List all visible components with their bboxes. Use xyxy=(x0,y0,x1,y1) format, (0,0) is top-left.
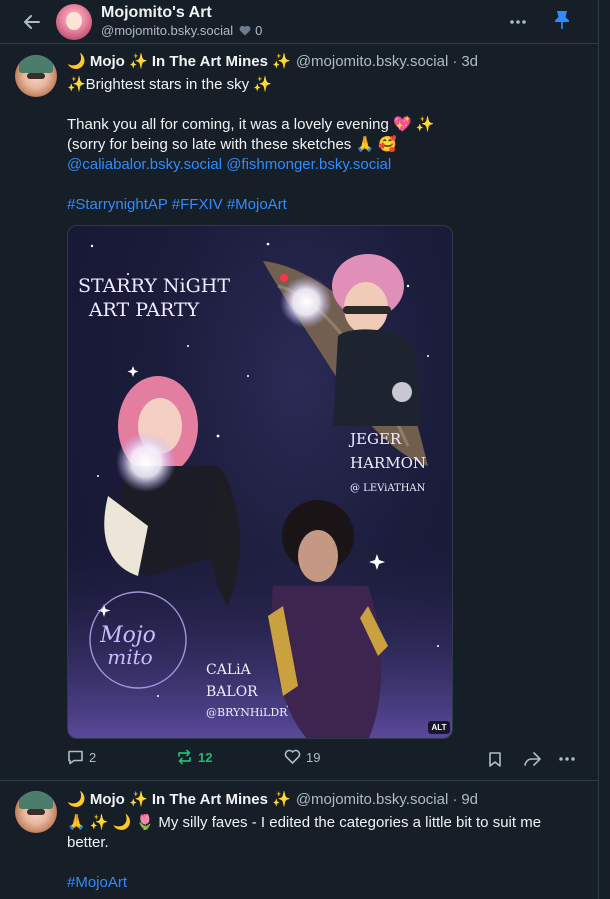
bookmark-icon[interactable] xyxy=(487,751,503,768)
like-button[interactable]: 19 xyxy=(284,749,320,765)
reply-icon xyxy=(68,750,83,765)
back-button[interactable] xyxy=(10,0,54,44)
header-text: Mojomito's Art @mojomito.bsky.social 0 xyxy=(101,4,262,40)
repost-count: 12 xyxy=(198,749,213,765)
hashtag-link[interactable]: #MojoArt xyxy=(227,196,287,213)
post-header: 🌙 Mojo ✨ In The Art Mines ✨ @mojomito.bs… xyxy=(67,790,478,810)
separator-dot: · xyxy=(452,791,458,808)
mentions-line: @caliabalor.bsky.social @fishmonger.bsky… xyxy=(67,155,391,175)
post-time[interactable]: 9d xyxy=(461,790,478,810)
post-header: 🌙 Mojo ✨ In The Art Mines ✨ @mojomito.bs… xyxy=(67,52,478,72)
post-text-line: Thank you all for coming, it was a lovel… xyxy=(67,116,435,133)
hashtag-link[interactable]: #StarrynightAP xyxy=(67,196,168,213)
like-count: 19 xyxy=(306,749,321,765)
char1-name-line2: HARMON xyxy=(350,454,426,472)
page-title[interactable]: Mojomito's Art xyxy=(101,4,262,22)
pin-icon[interactable] xyxy=(550,8,574,32)
hashtags-line: #StarrynightAP #FFXIV #MojoArt xyxy=(67,195,287,215)
reply-button[interactable]: 2 xyxy=(67,749,96,765)
header-handle[interactable]: @mojomito.bsky.social xyxy=(101,22,233,40)
artwork-illustration: STARRY NiGHT ART PARTY JEGER HARMON @ LE… xyxy=(68,242,452,738)
separator-dot: · xyxy=(452,53,458,70)
char1-server: @ LEViATHAN xyxy=(350,483,426,494)
share-icon[interactable] xyxy=(523,751,541,768)
author-avatar[interactable] xyxy=(15,55,57,97)
reply-count: 2 xyxy=(89,749,97,765)
art-title-line1: STARRY NiGHT xyxy=(78,275,230,297)
repost-button[interactable]: 12 xyxy=(176,749,212,765)
header-avatar[interactable] xyxy=(56,3,92,40)
mention-link[interactable]: @caliabalor.bsky.social xyxy=(67,156,222,173)
more-options-icon[interactable] xyxy=(558,753,576,765)
more-options-icon[interactable] xyxy=(508,14,528,30)
post-image[interactable]: STARRY NiGHT ART PARTY JEGER HARMON @ LE… xyxy=(67,225,453,739)
heart-icon xyxy=(239,25,251,36)
scrollbar[interactable] xyxy=(598,0,610,899)
post-text-line: (sorry for being so late with these sket… xyxy=(67,136,397,153)
post-actions: 2 12 19 xyxy=(67,749,587,771)
repost-icon xyxy=(178,749,191,765)
post-text-line: better. xyxy=(67,834,109,851)
post-text-line: ✨Brightest stars in the sky ✨ xyxy=(67,76,272,93)
header-likes-count: 0 xyxy=(255,22,263,38)
hashtags-line: #MojoArt xyxy=(67,873,127,893)
post-text-line: 🙏 ✨ 🌙 🌷 My silly faves - I edited the ca… xyxy=(67,814,542,831)
heart-outline-icon xyxy=(284,749,301,764)
hashtag-link[interactable]: #FFXIV xyxy=(172,196,223,213)
art-title-line2: ART PARTY xyxy=(88,299,200,321)
author-avatar[interactable] xyxy=(15,791,57,833)
char2-name-line1: CALiA xyxy=(206,662,252,678)
char2-server: @BRYNHiLDR xyxy=(206,706,288,719)
mention-link[interactable]: @fishmonger.bsky.social xyxy=(226,156,391,173)
header-subline: @mojomito.bsky.social 0 xyxy=(101,22,262,40)
author-handle[interactable]: @mojomito.bsky.social xyxy=(296,52,449,72)
arrow-left-icon xyxy=(24,14,40,29)
profile-header: Mojomito's Art @mojomito.bsky.social 0 xyxy=(0,0,598,44)
feed-post[interactable]: 🌙 Mojo ✨ In The Art Mines ✨ @mojomito.bs… xyxy=(0,782,598,899)
post-time[interactable]: 3d xyxy=(461,52,478,72)
logo-text-line2: mito xyxy=(107,645,152,669)
author-name[interactable]: 🌙 Mojo ✨ In The Art Mines ✨ xyxy=(67,790,291,810)
author-handle[interactable]: @mojomito.bsky.social xyxy=(296,790,449,810)
char1-name-line1: JEGER xyxy=(348,430,402,448)
alt-text-badge[interactable]: ALT xyxy=(428,721,450,734)
author-name[interactable]: 🌙 Mojo ✨ In The Art Mines ✨ xyxy=(67,52,291,72)
hashtag-link[interactable]: #MojoArt xyxy=(67,874,127,891)
char2-name-line2: BALOR xyxy=(206,684,258,700)
